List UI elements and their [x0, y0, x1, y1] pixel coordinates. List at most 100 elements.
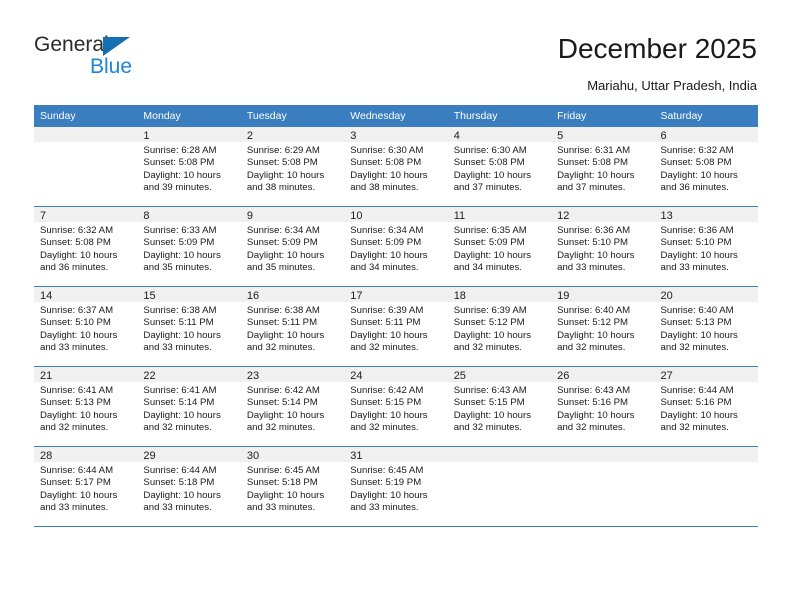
day-number: 22	[137, 367, 241, 382]
day-details: Sunrise: 6:44 AM Sunset: 5:18 PM Daylight:…	[137, 462, 240, 515]
sunset-text: Sunset: 5:09 PM	[143, 237, 215, 249]
calendar-day-cell[interactable]: 19 Sunrise: 6:40 AM Sunset: 5:12 PM Dayligh…	[551, 286, 655, 367]
day-number: 18	[447, 287, 552, 302]
day-number: 25	[447, 367, 552, 382]
day-details: Sunrise: 6:34 AM Sunset: 5:09 PM Daylight:…	[241, 222, 344, 275]
day-number: 24	[344, 367, 448, 382]
day-details: Sunrise: 6:44 AM Sunset: 5:16 PM Daylight:…	[655, 382, 758, 435]
day-details: Sunrise: 6:33 AM Sunset: 5:09 PM Daylight:…	[137, 222, 240, 275]
calendar-day-cell[interactable]: 31 Sunrise: 6:45 AM Sunset: 5:19 PM Dayligh…	[344, 446, 448, 527]
day-number: 1	[137, 127, 241, 142]
day-details: Sunrise: 6:28 AM Sunset: 5:08 PM Daylight:…	[137, 142, 240, 195]
sunrise-text: Sunrise: 6:28 AM	[143, 145, 217, 156]
calendar-day-cell-empty	[654, 446, 758, 527]
sunset-text: Sunset: 5:09 PM	[350, 237, 422, 249]
calendar-day-cell[interactable]: 8 Sunrise: 6:33 AM Sunset: 5:09 PM Daylight…	[137, 206, 241, 287]
calendar-day-cell[interactable]: 3 Sunrise: 6:30 AM Sunset: 5:08 PM Daylight…	[344, 127, 448, 207]
day-details: Sunrise: 6:29 AM Sunset: 5:08 PM Daylight:…	[241, 142, 344, 195]
calendar-day-cell[interactable]: 30 Sunrise: 6:45 AM Sunset: 5:18 PM Dayligh…	[240, 446, 345, 527]
sunrise-text: Sunrise: 6:43 AM	[453, 385, 527, 396]
calendar-day-cell[interactable]: 26 Sunrise: 6:43 AM Sunset: 5:16 PM Dayligh…	[551, 366, 655, 447]
calendar-day-cell[interactable]: 4 Sunrise: 6:30 AM Sunset: 5:08 PM Daylight…	[447, 127, 552, 207]
sunrise-text: Sunrise: 6:30 AM	[350, 145, 424, 156]
sunrise-text: Sunrise: 6:40 AM	[557, 305, 631, 316]
daylight-text: Daylight: 10 hours and 32 minutes.	[350, 409, 428, 434]
calendar-day-cell[interactable]: 29 Sunrise: 6:44 AM Sunset: 5:18 PM Dayligh…	[137, 446, 241, 527]
calendar-day-cell[interactable]: 11 Sunrise: 6:35 AM Sunset: 5:09 PM Dayligh…	[447, 206, 552, 287]
generalblue-logo[interactable]: General Blue	[34, 33, 194, 83]
page-title: December 2025	[557, 33, 757, 64]
sunrise-text: Sunrise: 6:31 AM	[557, 145, 631, 156]
calendar-day-cell[interactable]: 20 Sunrise: 6:40 AM Sunset: 5:13 PM Dayligh…	[654, 286, 758, 367]
calendar-day-cell[interactable]: 15 Sunrise: 6:38 AM Sunset: 5:11 PM Dayligh…	[137, 286, 241, 367]
day-number: 31	[344, 447, 448, 462]
weekday-header-monday: Monday	[137, 105, 241, 127]
page-subtitle-location: Mariahu, Uttar Pradesh, India	[587, 78, 757, 93]
day-number: 9	[240, 207, 345, 222]
calendar-day-cell[interactable]: 17 Sunrise: 6:39 AM Sunset: 5:11 PM Dayligh…	[344, 286, 448, 367]
calendar-day-cell[interactable]: 13 Sunrise: 6:36 AM Sunset: 5:10 PM Dayligh…	[654, 206, 758, 287]
sunset-text: Sunset: 5:12 PM	[557, 317, 629, 329]
sunset-text: Sunset: 5:18 PM	[246, 477, 318, 489]
daylight-text: Daylight: 10 hours and 34 minutes.	[350, 249, 428, 274]
day-number: 15	[137, 287, 241, 302]
sunset-text: Sunset: 5:16 PM	[557, 397, 629, 409]
calendar-day-cell[interactable]: 5 Sunrise: 6:31 AM Sunset: 5:08 PM Daylight…	[551, 127, 655, 207]
sunrise-text: Sunrise: 6:44 AM	[143, 465, 217, 476]
sunset-text: Sunset: 5:16 PM	[660, 397, 732, 409]
sunrise-text: Sunrise: 6:32 AM	[40, 225, 114, 236]
calendar-day-cell[interactable]: 23 Sunrise: 6:42 AM Sunset: 5:14 PM Dayligh…	[240, 366, 345, 447]
daylight-text: Daylight: 10 hours and 36 minutes.	[660, 169, 738, 194]
calendar-day-cell[interactable]: 28 Sunrise: 6:44 AM Sunset: 5:17 PM Dayligh…	[34, 446, 138, 527]
sunrise-text: Sunrise: 6:45 AM	[246, 465, 320, 476]
sunrise-text: Sunrise: 6:44 AM	[660, 385, 734, 396]
day-number: 23	[240, 367, 345, 382]
sunrise-text: Sunrise: 6:43 AM	[557, 385, 631, 396]
calendar-day-cell-empty	[34, 127, 138, 207]
calendar-body: 1 Sunrise: 6:28 AM Sunset: 5:08 PM Daylight…	[34, 127, 758, 527]
day-details: Sunrise: 6:42 AM Sunset: 5:15 PM Daylight:…	[344, 382, 447, 435]
calendar-day-cell[interactable]: 22 Sunrise: 6:41 AM Sunset: 5:14 PM Dayligh…	[137, 366, 241, 447]
sunset-text: Sunset: 5:08 PM	[660, 157, 732, 169]
sunrise-text: Sunrise: 6:32 AM	[660, 145, 734, 156]
daylight-text: Daylight: 10 hours and 32 minutes.	[246, 409, 325, 434]
calendar-day-cell[interactable]: 18 Sunrise: 6:39 AM Sunset: 5:12 PM Dayligh…	[447, 286, 552, 367]
calendar-day-cell[interactable]: 7 Sunrise: 6:32 AM Sunset: 5:08 PM Daylight…	[34, 206, 138, 287]
sunrise-text: Sunrise: 6:33 AM	[143, 225, 217, 236]
day-details: Sunrise: 6:36 AM Sunset: 5:10 PM Daylight:…	[551, 222, 654, 275]
day-details: Sunrise: 6:35 AM Sunset: 5:09 PM Daylight:…	[448, 222, 551, 275]
calendar-day-cell[interactable]: 21 Sunrise: 6:41 AM Sunset: 5:13 PM Dayligh…	[34, 366, 138, 447]
calendar-week-row: 7 Sunrise: 6:32 AM Sunset: 5:08 PM Daylight…	[34, 206, 758, 287]
sunset-text: Sunset: 5:11 PM	[350, 317, 421, 329]
calendar-day-cell[interactable]: 6 Sunrise: 6:32 AM Sunset: 5:08 PM Daylight…	[654, 127, 758, 207]
day-number	[551, 447, 655, 462]
calendar-day-cell[interactable]: 2 Sunrise: 6:29 AM Sunset: 5:08 PM Daylight…	[240, 127, 345, 207]
daylight-text: Daylight: 10 hours and 32 minutes.	[40, 409, 118, 434]
day-details: Sunrise: 6:36 AM Sunset: 5:10 PM Daylight:…	[655, 222, 758, 275]
calendar-day-cell[interactable]: 27 Sunrise: 6:44 AM Sunset: 5:16 PM Dayligh…	[654, 366, 758, 447]
day-number: 20	[654, 287, 758, 302]
calendar-day-cell[interactable]: 24 Sunrise: 6:42 AM Sunset: 5:15 PM Dayligh…	[344, 366, 448, 447]
day-details: Sunrise: 6:41 AM Sunset: 5:14 PM Daylight:…	[137, 382, 240, 435]
sunset-text: Sunset: 5:17 PM	[40, 477, 111, 489]
day-details: Sunrise: 6:44 AM Sunset: 5:17 PM Daylight:…	[34, 462, 137, 515]
day-number: 8	[137, 207, 241, 222]
sunset-text: Sunset: 5:15 PM	[350, 397, 422, 409]
calendar-day-cell[interactable]: 14 Sunrise: 6:37 AM Sunset: 5:10 PM Dayligh…	[34, 286, 138, 367]
weekday-header-wednesday: Wednesday	[344, 105, 448, 127]
daylight-text: Daylight: 10 hours and 32 minutes.	[660, 409, 738, 434]
sunrise-text: Sunrise: 6:38 AM	[143, 305, 217, 316]
calendar-day-cell[interactable]: 16 Sunrise: 6:38 AM Sunset: 5:11 PM Dayligh…	[240, 286, 345, 367]
calendar-day-cell[interactable]: 1 Sunrise: 6:28 AM Sunset: 5:08 PM Daylight…	[137, 127, 241, 207]
sunset-text: Sunset: 5:08 PM	[453, 157, 525, 169]
day-number: 16	[240, 287, 345, 302]
daylight-text: Daylight: 10 hours and 35 minutes.	[246, 249, 325, 274]
day-number: 19	[551, 287, 655, 302]
calendar-day-cell[interactable]: 9 Sunrise: 6:34 AM Sunset: 5:09 PM Daylight…	[240, 206, 345, 287]
calendar-day-cell[interactable]: 12 Sunrise: 6:36 AM Sunset: 5:10 PM Dayligh…	[551, 206, 655, 287]
calendar-day-cell[interactable]: 25 Sunrise: 6:43 AM Sunset: 5:15 PM Dayligh…	[447, 366, 552, 447]
daylight-text: Daylight: 10 hours and 35 minutes.	[143, 249, 221, 274]
day-number: 12	[551, 207, 655, 222]
daylight-text: Daylight: 10 hours and 33 minutes.	[143, 329, 221, 354]
calendar-day-cell[interactable]: 10 Sunrise: 6:34 AM Sunset: 5:09 PM Dayligh…	[344, 206, 448, 287]
